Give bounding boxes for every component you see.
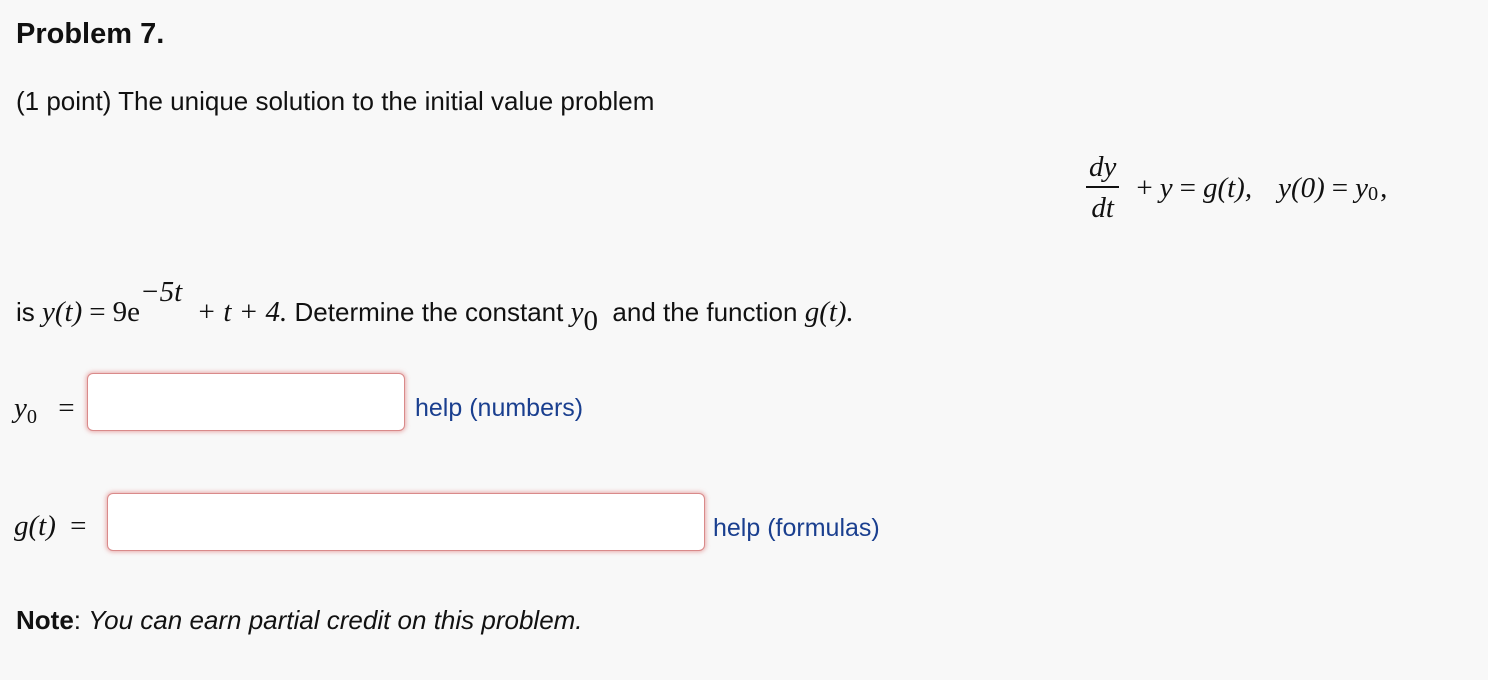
solution-lhs: y(t)	[42, 296, 83, 328]
solution-statement: is y(t) = 9e −5t + t + 4. Determine the c…	[16, 276, 854, 337]
equation-trailing-comma: ,	[1380, 171, 1388, 204]
note: Note: You can earn partial credit on thi…	[16, 605, 583, 636]
initial-condition-lhs: y(0)	[1278, 171, 1325, 204]
constant-symbol: y	[570, 296, 584, 328]
solution-and: and the function	[612, 297, 798, 327]
note-colon: :	[73, 605, 82, 635]
y0-label: y0 =	[14, 392, 82, 429]
solution-coefficient: 9e	[112, 296, 140, 328]
equals-sign-2: =	[1331, 171, 1349, 204]
y0-equals: =	[58, 392, 75, 424]
initial-condition-y: y	[1355, 171, 1369, 204]
solution-rest: + t + 4.	[196, 296, 288, 328]
note-label: Note	[16, 605, 74, 635]
equation-g: g(t),	[1202, 171, 1253, 204]
solution-text: Determine the constant	[294, 297, 564, 327]
y0-symbol: y	[14, 392, 27, 424]
fraction-numerator: dy	[1086, 153, 1120, 188]
help-numbers-link[interactable]: help (numbers)	[415, 394, 583, 423]
help-formulas-link[interactable]: help (formulas)	[713, 514, 880, 543]
plus-sign: +	[1136, 171, 1153, 204]
ivp-equation: dy dt + y = g(t), y(0) = y0,	[1086, 144, 1387, 232]
problem-intro: (1 point) The unique solution to the ini…	[16, 86, 655, 116]
fraction-denominator: dt	[1091, 192, 1114, 224]
equation-y: y	[1159, 171, 1173, 204]
g-symbol: g(t)	[14, 510, 56, 542]
g-equals: =	[70, 510, 87, 542]
solution-equals: =	[89, 296, 106, 328]
problem-title: Problem 7.	[16, 18, 165, 50]
g-label: g(t) =	[14, 510, 93, 543]
solution-prefix: is	[16, 297, 35, 327]
y0-answer-input[interactable]	[87, 373, 405, 431]
y0-subscript: 0	[26, 406, 38, 429]
note-body: You can earn partial credit on this prob…	[88, 605, 583, 635]
g-answer-input[interactable]	[107, 493, 705, 551]
function-symbol: g(t).	[804, 296, 854, 328]
derivative-fraction: dy dt	[1086, 153, 1120, 224]
solution-exponent: −5t	[140, 275, 183, 308]
equals-sign: =	[1179, 171, 1196, 204]
constant-subscript: 0	[583, 304, 598, 337]
initial-condition-subscript: 0	[1368, 182, 1379, 205]
